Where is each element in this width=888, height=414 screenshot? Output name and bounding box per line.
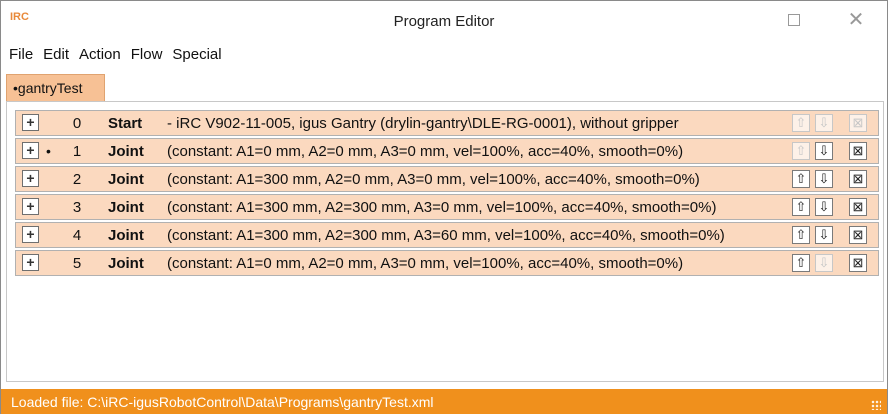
delete-icon[interactable]: ⊠: [849, 226, 867, 244]
delete-icon[interactable]: ⊠: [849, 114, 867, 132]
arrow-up-icon[interactable]: ⇧: [792, 254, 810, 272]
row-number: 5: [72, 255, 82, 272]
command-type: Joint: [108, 255, 144, 272]
arrow-down-icon[interactable]: ⇩: [815, 170, 833, 188]
add-icon[interactable]: +: [22, 198, 39, 215]
program-list-panel: +0 Start - iRC V902-11-005, igus Gantry (d…: [6, 101, 884, 382]
arrow-down-icon[interactable]: ⇩: [815, 254, 833, 272]
command-type: Joint: [108, 171, 144, 188]
add-icon[interactable]: +: [22, 142, 39, 159]
menu-edit[interactable]: Edit: [43, 46, 69, 63]
arrow-down-icon[interactable]: ⇩: [815, 226, 833, 244]
add-icon[interactable]: +: [22, 226, 39, 243]
arrow-up-icon[interactable]: ⇧: [792, 198, 810, 216]
maximize-icon: [788, 14, 800, 26]
command-description: (constant: A1=300 mm, A2=300 mm, A3=0 mm…: [167, 199, 717, 216]
row-number: 2: [72, 171, 82, 188]
resize-grip-icon[interactable]: [871, 400, 881, 410]
arrow-up-icon[interactable]: ⇧: [792, 226, 810, 244]
add-icon[interactable]: +: [22, 114, 39, 131]
command-description: (constant: A1=300 mm, A2=300 mm, A3=60 m…: [167, 227, 725, 244]
program-row[interactable]: + • 1 Joint (constant: A1=0 mm, A2=0 mm, A3=…: [15, 138, 879, 164]
delete-icon[interactable]: ⊠: [849, 198, 867, 216]
menu-file[interactable]: File: [9, 46, 33, 63]
arrow-down-icon[interactable]: ⇩: [815, 114, 833, 132]
row-number: 3: [72, 199, 82, 216]
program-row[interactable]: +5 Joint (constant: A1=0 mm, A2=0 mm, A3=0…: [15, 250, 879, 276]
status-bar: Loaded file: C:\iRC-igusRobotControl\Dat…: [1, 389, 887, 414]
close-button[interactable]: ✕: [833, 1, 879, 39]
row-number: 4: [72, 227, 82, 244]
add-icon[interactable]: +: [22, 254, 39, 271]
command-type: Joint: [108, 227, 144, 244]
command-type: Joint: [108, 143, 144, 160]
app-icon: IRC: [10, 11, 29, 23]
program-row[interactable]: +0 Start - iRC V902-11-005, igus Gantry (d…: [15, 110, 879, 136]
program-editor-window: IRC Program Editor ✕ File Edit Action Fl…: [0, 0, 888, 414]
arrow-down-icon[interactable]: ⇩: [815, 142, 833, 160]
program-row[interactable]: +3 Joint (constant: A1=300 mm, A2=300 mm, …: [15, 194, 879, 220]
command-description: - iRC V902-11-005, igus Gantry (drylin-g…: [167, 115, 679, 132]
arrow-up-icon[interactable]: ⇧: [792, 170, 810, 188]
delete-icon[interactable]: ⊠: [849, 254, 867, 272]
delete-icon[interactable]: ⊠: [849, 170, 867, 188]
arrow-up-icon[interactable]: ⇧: [792, 142, 810, 160]
command-description: (constant: A1=300 mm, A2=0 mm, A3=0 mm, …: [167, 171, 700, 188]
row-number: 1: [72, 143, 82, 160]
command-type: Joint: [108, 199, 144, 216]
delete-icon[interactable]: ⊠: [849, 142, 867, 160]
add-icon[interactable]: +: [22, 170, 39, 187]
menu-action[interactable]: Action: [79, 46, 121, 63]
arrow-up-icon[interactable]: ⇧: [792, 114, 810, 132]
current-line-marker: •: [46, 143, 51, 159]
close-icon: ✕: [847, 9, 865, 31]
program-list: +0 Start - iRC V902-11-005, igus Gantry (d…: [15, 110, 879, 278]
menu-flow[interactable]: Flow: [131, 46, 163, 63]
program-row[interactable]: +4 Joint (constant: A1=300 mm, A2=300 mm, …: [15, 222, 879, 248]
window-title: Program Editor: [393, 13, 495, 30]
maximize-button[interactable]: [771, 1, 817, 39]
title-bar[interactable]: IRC Program Editor ✕: [1, 1, 887, 41]
command-type: Start: [108, 115, 143, 132]
arrow-down-icon[interactable]: ⇩: [815, 198, 833, 216]
status-text: Loaded file: C:\iRC-igusRobotControl\Dat…: [11, 394, 434, 410]
tab-gantrytest[interactable]: •gantryTest: [6, 74, 105, 102]
menu-special[interactable]: Special: [172, 46, 221, 63]
command-description: (constant: A1=0 mm, A2=0 mm, A3=0 mm, ve…: [167, 143, 684, 160]
command-description: (constant: A1=0 mm, A2=0 mm, A3=0 mm, ve…: [167, 255, 684, 272]
row-number: 0: [72, 115, 82, 132]
program-row[interactable]: +2 Joint (constant: A1=300 mm, A2=0 mm, A3…: [15, 166, 879, 192]
menu-bar: File Edit Action Flow Special: [1, 41, 887, 67]
